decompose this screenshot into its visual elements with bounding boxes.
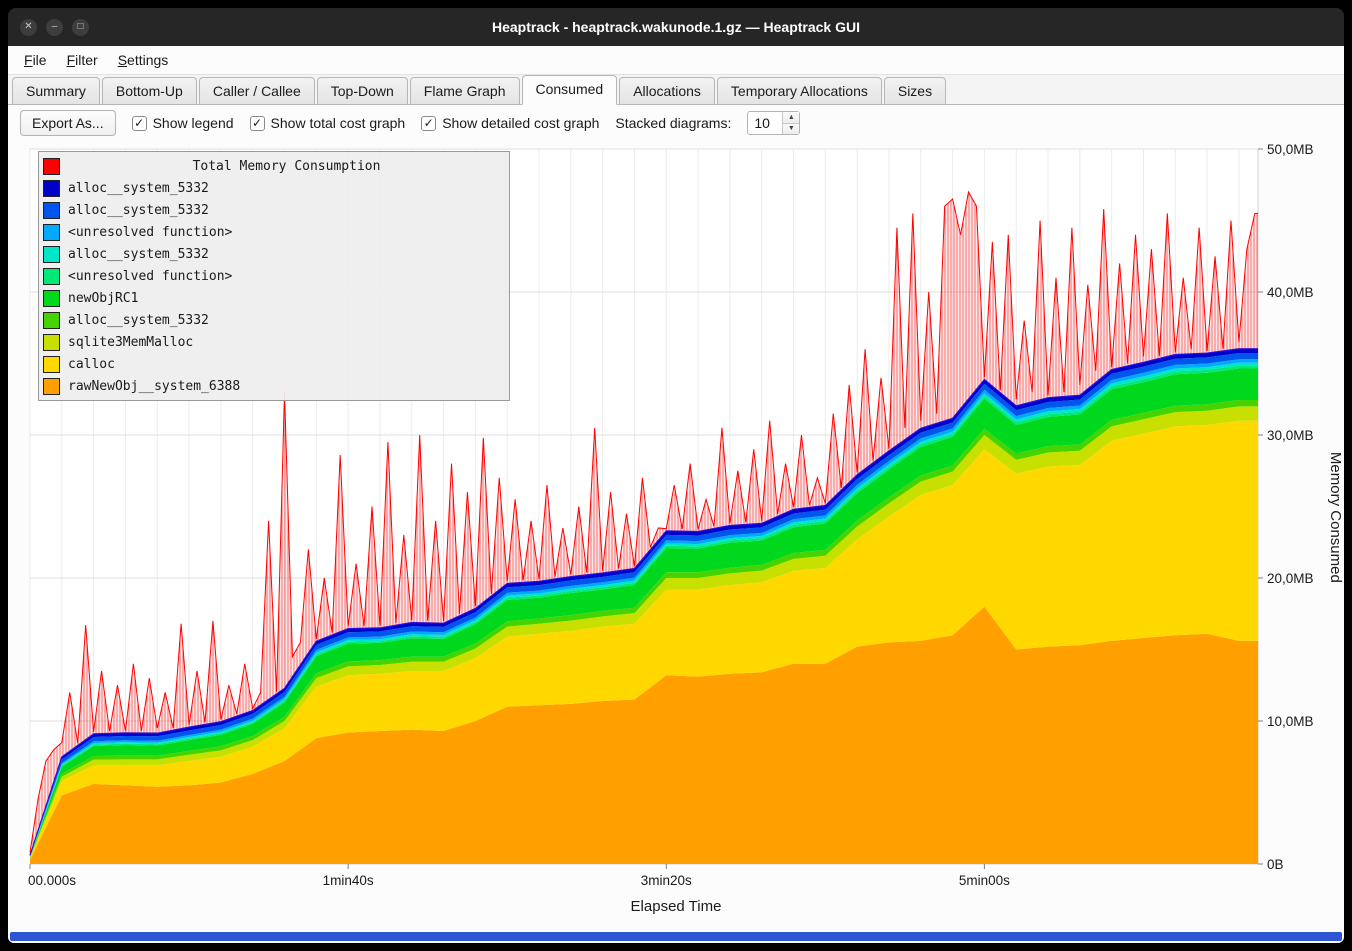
- tab-summary[interactable]: Summary: [12, 77, 100, 104]
- chart-area: 0B 10,0MB 20,0MB 30,0MB 40,0MB 50,0MB 00.000s 1…: [8, 141, 1344, 898]
- y-axis-title: Memory Consumed: [1327, 451, 1344, 582]
- toolbar: Export As... ✓ Show legend ✓ Show total cos…: [8, 105, 1344, 141]
- legend-item: newObjRC1: [43, 287, 505, 309]
- checkbox-label: Show legend: [153, 115, 234, 131]
- checkbox-label: Show total cost graph: [271, 115, 406, 131]
- tab-temporary-allocations[interactable]: Temporary Allocations: [717, 77, 882, 104]
- legend-swatch-icon: [43, 224, 60, 241]
- legend-item: calloc: [43, 353, 505, 375]
- menubar: FileFilterSettings: [8, 46, 1344, 75]
- legend-swatch-icon: [43, 180, 60, 197]
- tab-caller-callee[interactable]: Caller / Callee: [199, 77, 315, 104]
- x-tick-label: 5min00s: [959, 873, 1010, 888]
- legend-item-label: <unresolved function>: [68, 225, 232, 240]
- legend-swatch-icon: [43, 312, 60, 329]
- spinner-down-icon[interactable]: ▼: [783, 124, 799, 135]
- legend-item-label: alloc__system_5332: [68, 313, 209, 328]
- y-tick-label: 0B: [1267, 857, 1284, 872]
- tabbar: SummaryBottom-UpCaller / CalleeTop-DownF…: [8, 75, 1344, 105]
- legend-swatch-icon: [43, 246, 60, 263]
- legend-swatch-icon: [43, 202, 60, 219]
- x-tick-label: 00.000s: [28, 873, 76, 888]
- legend-item-label: alloc__system_5332: [68, 203, 209, 218]
- checkbox-show-detailed-cost-graph[interactable]: ✓ Show detailed cost graph: [421, 115, 599, 131]
- tab-bottom-up[interactable]: Bottom-Up: [102, 77, 197, 104]
- window-content: FileFilterSettings SummaryBottom-UpCalle…: [8, 46, 1344, 943]
- checkbox-check-icon: ✓: [421, 116, 436, 131]
- legend-item: <unresolved function>: [43, 221, 505, 243]
- legend-item: sqlite3MemMalloc: [43, 331, 505, 353]
- tab-allocations[interactable]: Allocations: [619, 77, 715, 104]
- legend-item-label: alloc__system_5332: [68, 181, 209, 196]
- window-title: Heaptrack - heaptrack.wakunode.1.gz — He…: [8, 19, 1344, 35]
- stacked-diagrams-spinner[interactable]: 10 ▲ ▼: [747, 111, 800, 135]
- tab-flame-graph[interactable]: Flame Graph: [410, 77, 520, 104]
- legend-title-row: Total Memory Consumption: [43, 155, 505, 177]
- y-tick-label: 20,0MB: [1267, 571, 1314, 586]
- checkbox-check-icon: ✓: [250, 116, 265, 131]
- legend-swatch-icon: [43, 290, 60, 307]
- titlebar: ✕ – □ Heaptrack - heaptrack.wakunode.1.g…: [8, 8, 1344, 46]
- menu-settings[interactable]: Settings: [108, 48, 179, 72]
- legend-item-label: alloc__system_5332: [68, 247, 209, 262]
- checkbox-show-legend[interactable]: ✓ Show legend: [132, 115, 234, 131]
- checkbox-show-total-cost-graph[interactable]: ✓ Show total cost graph: [250, 115, 406, 131]
- bottom-accent-bar: [10, 932, 1342, 941]
- window-controls: ✕ – □: [20, 19, 89, 36]
- y-tick-label: 40,0MB: [1267, 285, 1314, 300]
- chart-legend: Total Memory Consumption alloc__system_53…: [38, 151, 510, 401]
- legend-swatch-icon: [43, 378, 60, 395]
- x-tick-label: 1min40s: [323, 873, 374, 888]
- legend-title: Total Memory Consumption: [68, 159, 505, 174]
- legend-swatch-icon: [43, 268, 60, 285]
- legend-item-label: newObjRC1: [68, 291, 138, 306]
- tab-top-down[interactable]: Top-Down: [317, 77, 408, 104]
- legend-item-label: rawNewObj__system_6388: [68, 379, 240, 394]
- export-as-button[interactable]: Export As...: [20, 110, 116, 136]
- menu-file[interactable]: File: [14, 48, 57, 72]
- legend-item: alloc__system_5332: [43, 199, 505, 221]
- y-tick-label: 30,0MB: [1267, 428, 1314, 443]
- maximize-icon[interactable]: □: [72, 19, 89, 36]
- legend-swatch-icon: [43, 158, 60, 175]
- legend-item: rawNewObj__system_6388: [43, 375, 505, 397]
- x-tick-label: 3min20s: [641, 873, 692, 888]
- tab-sizes[interactable]: Sizes: [884, 77, 946, 104]
- legend-swatch-icon: [43, 356, 60, 373]
- legend-item: alloc__system_5332: [43, 177, 505, 199]
- spinner-value: 10: [748, 112, 782, 134]
- menu-filter[interactable]: Filter: [57, 48, 108, 72]
- heaptrack-window: ✕ – □ Heaptrack - heaptrack.wakunode.1.g…: [0, 0, 1352, 951]
- legend-item: alloc__system_5332: [43, 243, 505, 265]
- legend-item-label: calloc: [68, 357, 115, 372]
- stacked-diagrams-label: Stacked diagrams:: [615, 115, 731, 131]
- legend-item: alloc__system_5332: [43, 309, 505, 331]
- legend-item-label: sqlite3MemMalloc: [68, 335, 193, 350]
- legend-item: <unresolved function>: [43, 265, 505, 287]
- y-tick-label: 50,0MB: [1267, 142, 1314, 157]
- minimize-icon[interactable]: –: [46, 19, 63, 36]
- checkbox-check-icon: ✓: [132, 116, 147, 131]
- spinner-arrows: ▲ ▼: [782, 112, 799, 134]
- close-icon[interactable]: ✕: [20, 19, 37, 36]
- tab-consumed[interactable]: Consumed: [522, 75, 618, 105]
- checkbox-group: ✓ Show legend ✓ Show total cost graph ✓ Show …: [132, 115, 600, 131]
- y-tick-label: 10,0MB: [1267, 714, 1314, 729]
- x-axis-title: Elapsed Time: [8, 898, 1344, 922]
- legend-swatch-icon: [43, 334, 60, 351]
- spinner-up-icon[interactable]: ▲: [783, 112, 799, 124]
- checkbox-label: Show detailed cost graph: [442, 115, 599, 131]
- legend-item-label: <unresolved function>: [68, 269, 232, 284]
